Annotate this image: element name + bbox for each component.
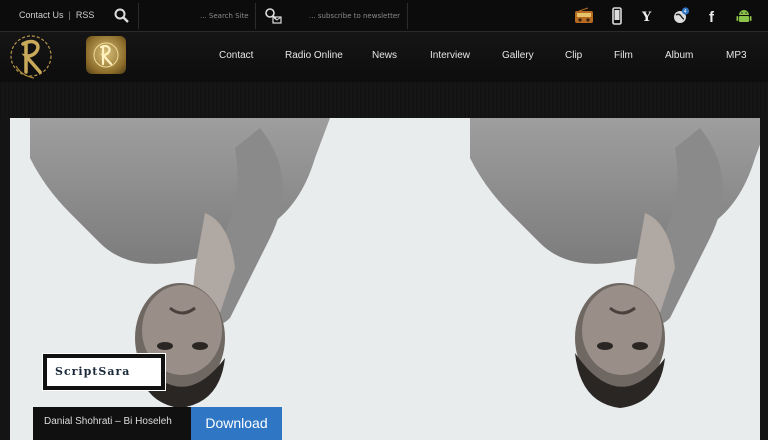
search-icon[interactable] bbox=[113, 7, 131, 25]
yahoo-icon[interactable]: Y bbox=[640, 7, 658, 25]
pattern-band bbox=[0, 82, 768, 118]
divider bbox=[407, 3, 408, 29]
nav-clip[interactable]: Clip bbox=[565, 50, 582, 61]
nav-news[interactable]: News bbox=[372, 50, 397, 61]
search-input[interactable]: ... Search Site bbox=[200, 8, 252, 24]
newsletter-input[interactable]: ... subscribe to newsletter bbox=[309, 8, 405, 24]
svg-text:Y: Y bbox=[641, 10, 652, 25]
nav-interview[interactable]: Interview bbox=[430, 50, 470, 61]
mobile-icon[interactable] bbox=[608, 7, 626, 25]
hero-slider[interactable]: ScriptSara Danial Shohrati – Bi Hoseleh … bbox=[10, 118, 760, 440]
track-title: Danial Shohrati – Bi Hoseleh bbox=[33, 407, 191, 440]
site-logo[interactable] bbox=[8, 32, 62, 86]
top-bar: Contact Us | RSS ... Search Site ... subsc… bbox=[0, 0, 768, 32]
globe-icon[interactable]: 4 bbox=[672, 7, 690, 25]
newsletter-icon[interactable] bbox=[264, 7, 282, 25]
notification-count: 4 bbox=[684, 9, 687, 15]
nav-gallery[interactable]: Gallery bbox=[502, 50, 534, 61]
nav-album[interactable]: Album bbox=[665, 50, 693, 61]
nav-radio-online[interactable]: Radio Online bbox=[285, 50, 343, 61]
android-icon[interactable] bbox=[735, 7, 753, 25]
nav-film[interactable]: Film bbox=[614, 50, 633, 61]
nav-contact[interactable]: Contact bbox=[219, 50, 253, 61]
top-links: Contact Us | RSS bbox=[19, 10, 94, 20]
radio-icon[interactable] bbox=[574, 7, 594, 25]
rss-link[interactable]: RSS bbox=[76, 10, 95, 20]
app-logo[interactable] bbox=[86, 36, 126, 74]
nav-mp3[interactable]: MP3 bbox=[726, 50, 747, 61]
watermark-text: ScriptSara bbox=[55, 365, 131, 378]
separator: | bbox=[68, 10, 71, 20]
main-navbar: Contact Radio Online News Interview Gall… bbox=[0, 32, 768, 82]
divider bbox=[255, 3, 256, 29]
contact-us-link[interactable]: Contact Us bbox=[19, 10, 64, 20]
divider bbox=[138, 3, 139, 29]
singer-photo-left bbox=[30, 118, 330, 408]
svg-text:f: f bbox=[709, 9, 715, 25]
singer-photo-right bbox=[470, 118, 760, 408]
download-button[interactable]: Download bbox=[191, 407, 282, 440]
watermark-logo: ScriptSara bbox=[43, 354, 165, 390]
facebook-icon[interactable]: f bbox=[704, 7, 722, 26]
